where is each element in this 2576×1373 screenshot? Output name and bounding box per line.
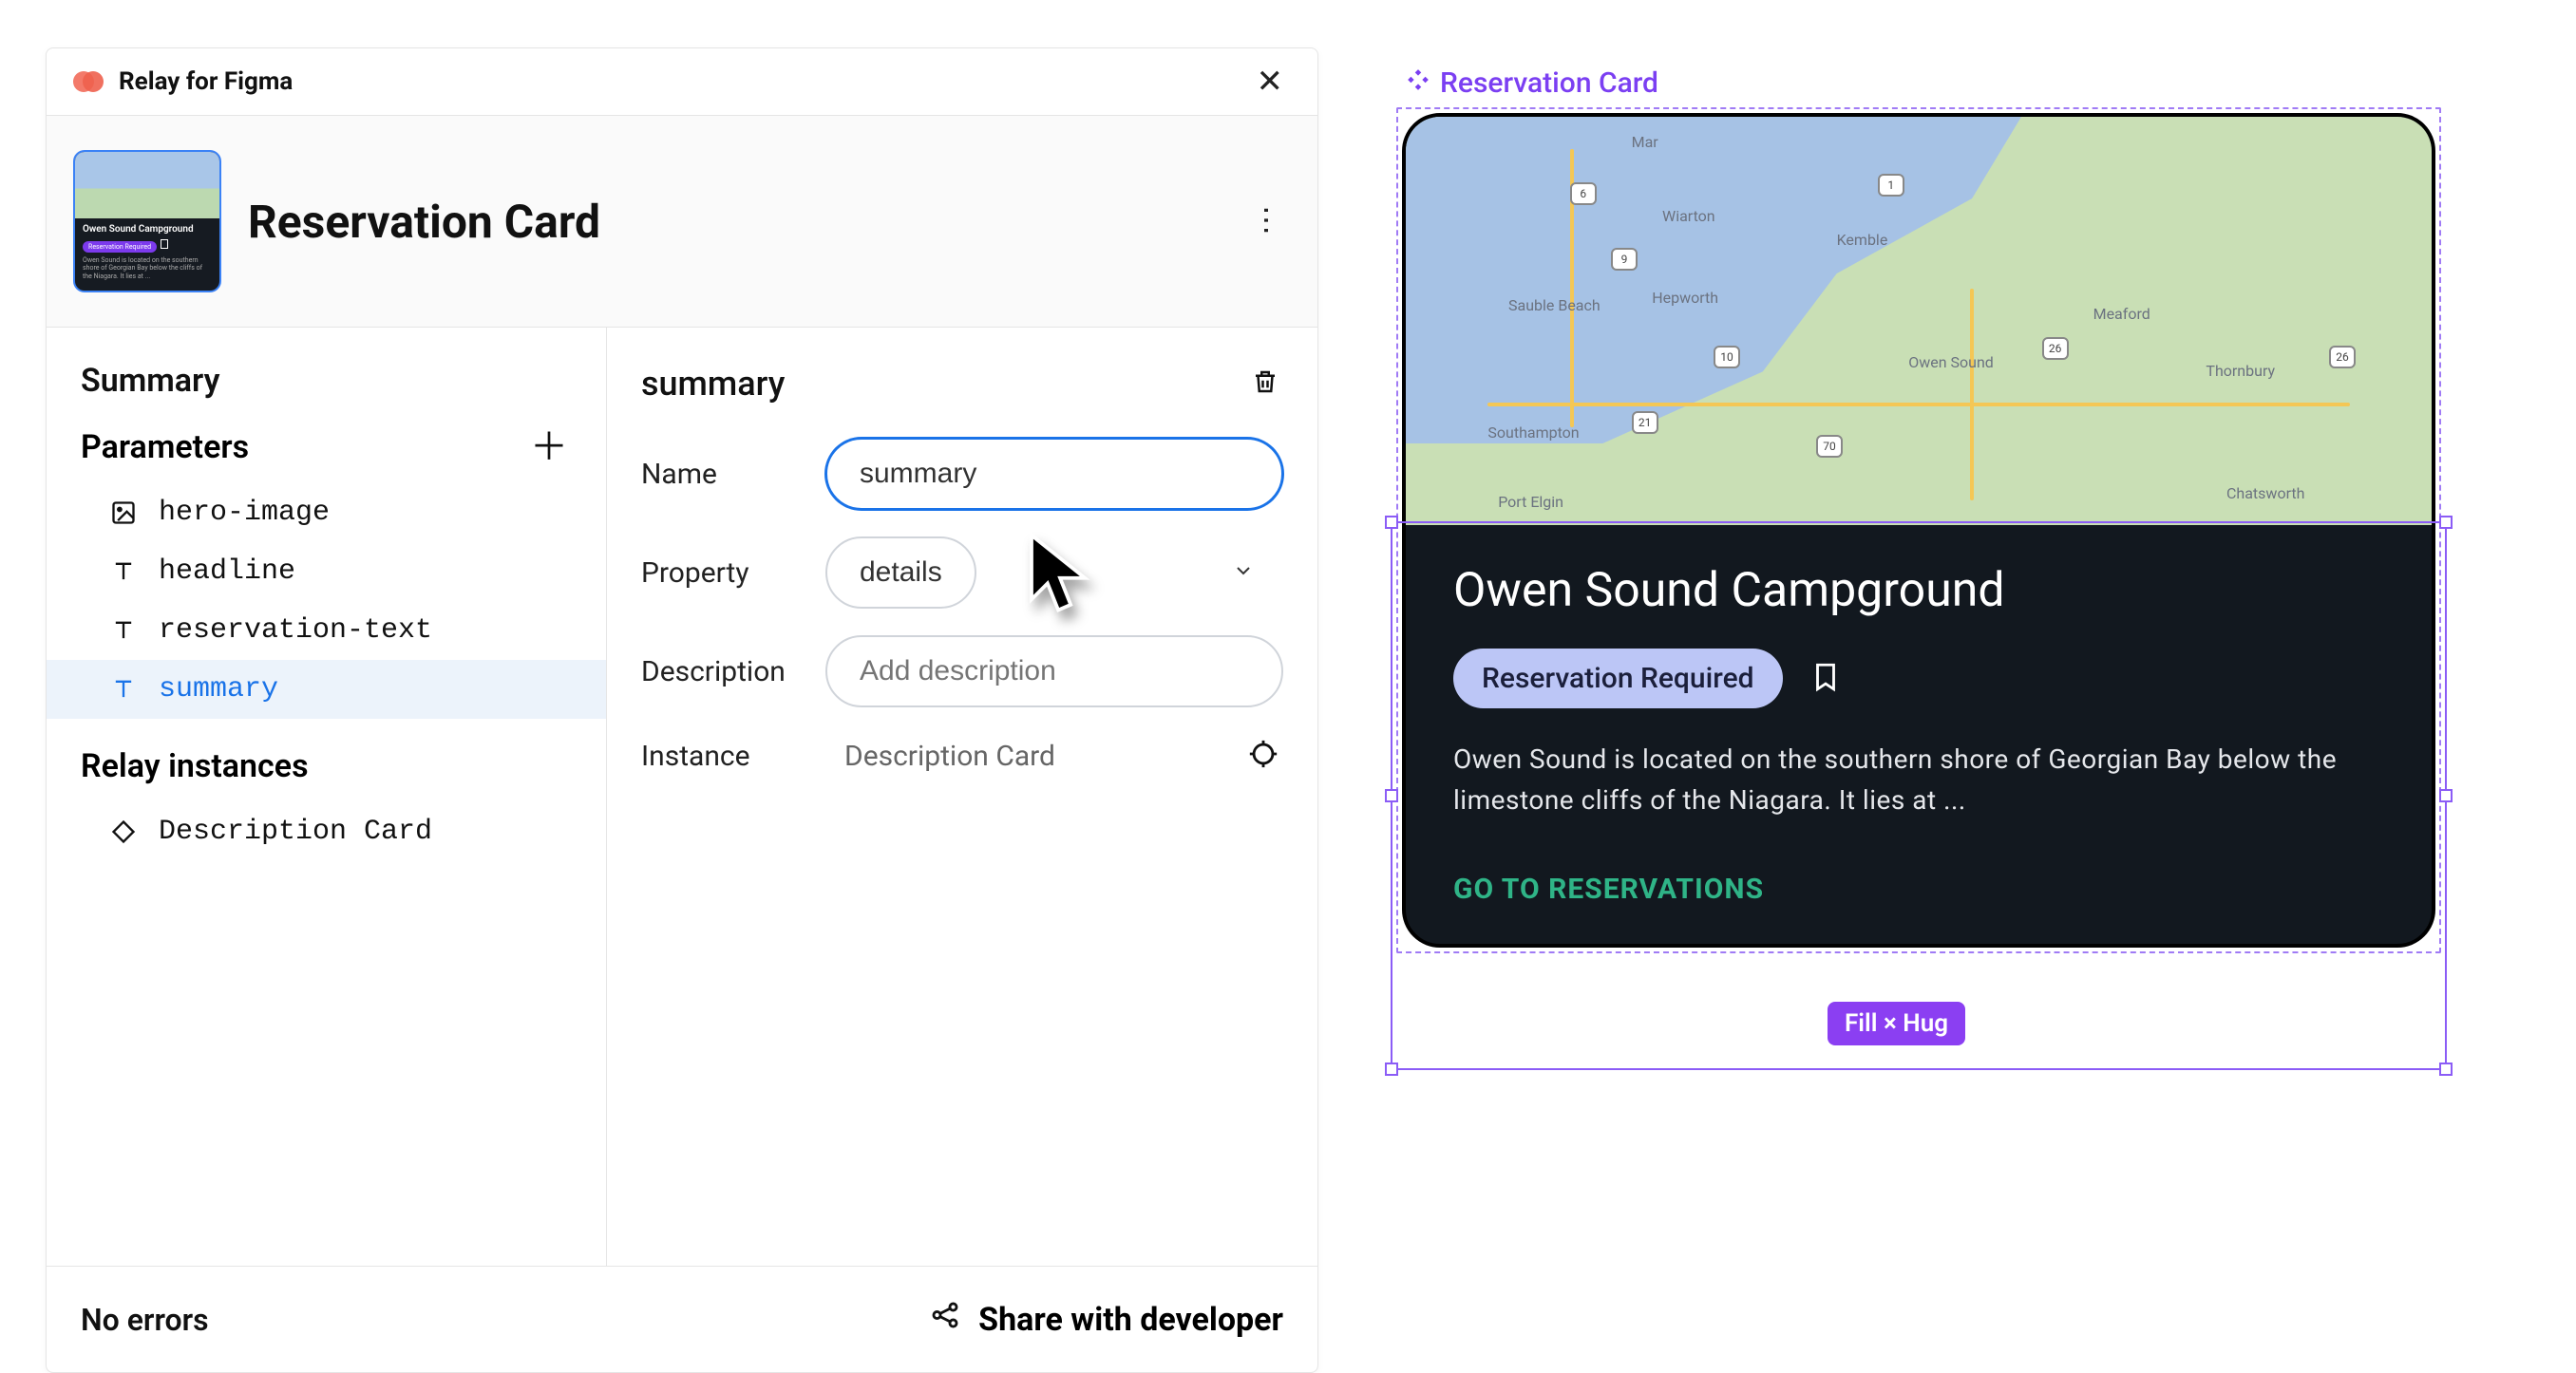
relay-plugin-panel: Relay for Figma ✕ Owen Sound Campground … <box>46 47 1318 1373</box>
instance-label: Description Card <box>159 816 432 848</box>
chevron-down-icon <box>1232 559 1255 586</box>
hero-map-image: Mar Wiarton Kemble Sauble Beach Hepworth… <box>1406 117 2432 525</box>
text-icon <box>109 557 138 586</box>
map-label: Meaford <box>2093 305 2150 323</box>
route-shield: 70 <box>1816 435 1843 458</box>
relay-instances-heading: Relay instances <box>47 719 606 802</box>
description-label: Description <box>641 655 803 688</box>
image-icon <box>109 498 138 527</box>
share-label: Share with developer <box>978 1301 1283 1339</box>
instance-value: Description Card <box>803 740 1243 773</box>
param-summary[interactable]: summary <box>47 660 606 719</box>
map-label: Owen Sound <box>1908 353 1994 371</box>
kebab-menu-icon[interactable]: ⋯ <box>1245 197 1289 245</box>
map-label: Mar <box>1632 133 1658 151</box>
relay-logo-icon <box>73 65 107 99</box>
instance-label-field: Instance <box>641 740 803 773</box>
delete-button[interactable] <box>1247 362 1283 405</box>
route-shield: 21 <box>1632 411 1658 434</box>
route-shield: 6 <box>1570 182 1597 205</box>
route-shield: 10 <box>1714 346 1740 368</box>
share-with-developer-button[interactable]: Share with developer <box>929 1299 1283 1340</box>
summary-heading: Summary <box>47 362 606 428</box>
param-headline[interactable]: headline <box>47 542 606 601</box>
thumb-desc: Owen Sound is located on the southern sh… <box>83 256 212 280</box>
frame-label[interactable]: Reservation Card <box>1406 66 2441 100</box>
route-shield: 9 <box>1611 248 1638 271</box>
map-label: Kemble <box>1837 231 1888 249</box>
component-icon <box>1406 66 1430 100</box>
route-shield: 26 <box>2329 346 2356 368</box>
param-label: headline <box>159 555 295 588</box>
parameters-heading: Parameters <box>81 428 249 466</box>
property-label: Property <box>641 556 803 590</box>
panel-footer: No errors Share with developer <box>47 1266 1317 1372</box>
plugin-name: Relay for Figma <box>119 67 293 96</box>
param-label: reservation-text <box>159 614 432 647</box>
map-label: Southampton <box>1487 423 1579 442</box>
param-hero-image[interactable]: hero-image <box>47 483 606 542</box>
component-thumbnail: Owen Sound Campground Reservation Requir… <box>73 150 221 292</box>
text-icon <box>109 616 138 645</box>
map-label: Sauble Beach <box>1508 296 1601 314</box>
map-label: Hepworth <box>1652 289 1718 307</box>
component-header: Owen Sound Campground Reservation Requir… <box>47 116 1317 328</box>
sidebar: Summary Parameters ＋ hero-image headline <box>47 328 607 1266</box>
close-icon[interactable]: ✕ <box>1249 62 1292 102</box>
name-input[interactable] <box>825 438 1283 510</box>
map-label: Wiarton <box>1662 207 1715 225</box>
property-value: details <box>860 556 942 588</box>
param-label: hero-image <box>159 497 330 529</box>
param-reservation-text[interactable]: reservation-text <box>47 601 606 660</box>
param-label: summary <box>159 673 278 705</box>
autolayout-size-badge: Fill × Hug <box>1828 1002 1965 1045</box>
figma-canvas: Reservation Card Mar Wiarton Kemble Saub… <box>1396 66 2441 953</box>
thumb-badge: Reservation Required <box>83 241 157 253</box>
map-label: Port Elgin <box>1498 493 1563 511</box>
text-icon <box>109 675 138 704</box>
diamond-icon <box>109 818 138 846</box>
frame-label-text: Reservation Card <box>1440 66 1658 100</box>
parameters-list: hero-image headline reservation-text <box>47 483 606 719</box>
component-title: Reservation Card <box>248 195 600 249</box>
error-status: No errors <box>81 1302 209 1338</box>
property-select[interactable]: details <box>825 536 976 609</box>
map-label: Thornbury <box>2206 362 2275 380</box>
locate-instance-button[interactable] <box>1243 734 1283 778</box>
detail-pane: summary Name Property details <box>607 328 1317 1266</box>
inner-selection <box>1391 521 2447 1070</box>
share-icon <box>929 1299 961 1340</box>
route-shield: 1 <box>1878 174 1904 197</box>
description-input[interactable] <box>825 635 1283 707</box>
instance-description-card[interactable]: Description Card <box>47 802 606 861</box>
add-parameter-button[interactable]: ＋ <box>526 428 572 466</box>
plugin-topbar: Relay for Figma ✕ <box>47 48 1317 116</box>
detail-heading: summary <box>641 364 785 404</box>
thumb-headline: Owen Sound Campground <box>83 224 212 235</box>
route-shield: 26 <box>2042 337 2069 360</box>
map-label: Chatsworth <box>2226 484 2304 502</box>
frame-selection-outline: Mar Wiarton Kemble Sauble Beach Hepworth… <box>1396 107 2441 953</box>
name-label: Name <box>641 458 803 491</box>
